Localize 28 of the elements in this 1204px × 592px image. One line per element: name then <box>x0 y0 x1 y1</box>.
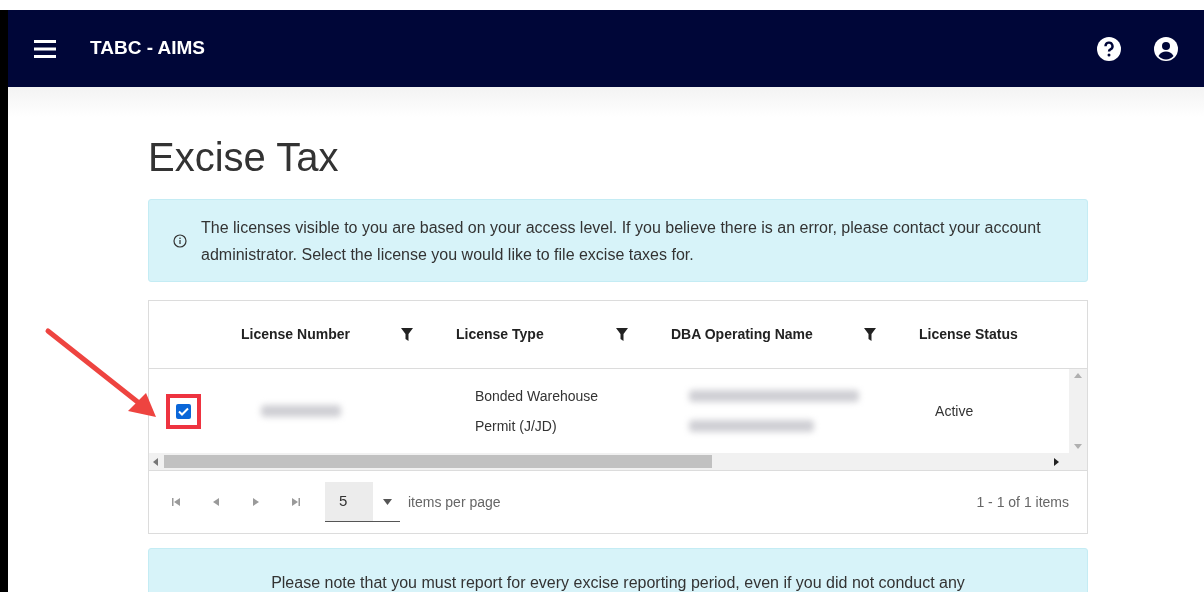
pager-summary: 1 - 1 of 1 items <box>976 492 1069 512</box>
info-icon <box>173 233 187 248</box>
first-page-icon[interactable] <box>171 497 181 507</box>
table-cell: Bonded Warehouse Permit (J/JD) <box>474 388 599 434</box>
info-text: The licenses visible to you are based on your access level. If you believe there is an error, please contact your account administrator. Select the license you would like to file excise taxes for. <box>201 217 1042 265</box>
note-text: Please note that you must report for every excise reporting period, even if you did not conduct any <box>271 574 965 591</box>
horizontal-scrollbar[interactable] <box>149 453 1087 470</box>
next-page-icon[interactable] <box>251 497 261 507</box>
column-header[interactable]: License Type <box>441 324 656 345</box>
scroll-left-icon[interactable] <box>153 457 158 466</box>
column-header[interactable]: DBA Operating Name <box>656 324 904 345</box>
previous-page-icon[interactable] <box>211 497 221 507</box>
account-icon[interactable] <box>1154 36 1178 61</box>
last-page-icon[interactable] <box>291 497 301 507</box>
app-title: TABC - AIMS <box>90 36 206 61</box>
column-header[interactable]: License Status <box>904 324 1069 345</box>
table-cell: Active <box>935 402 974 419</box>
column-header[interactable]: License Number <box>226 324 441 345</box>
menu-icon[interactable] <box>34 39 56 58</box>
filter-icon[interactable] <box>616 328 628 341</box>
caret-icon[interactable] <box>383 498 392 505</box>
filter-icon[interactable] <box>864 328 876 341</box>
scroll-right-icon[interactable] <box>1054 457 1059 466</box>
page-title: Excise Tax <box>148 135 340 179</box>
page-size-label: items per page <box>408 492 501 512</box>
filter-icon[interactable] <box>401 328 413 341</box>
help-icon[interactable] <box>1097 36 1121 61</box>
row-checkbox[interactable] <box>176 403 191 419</box>
